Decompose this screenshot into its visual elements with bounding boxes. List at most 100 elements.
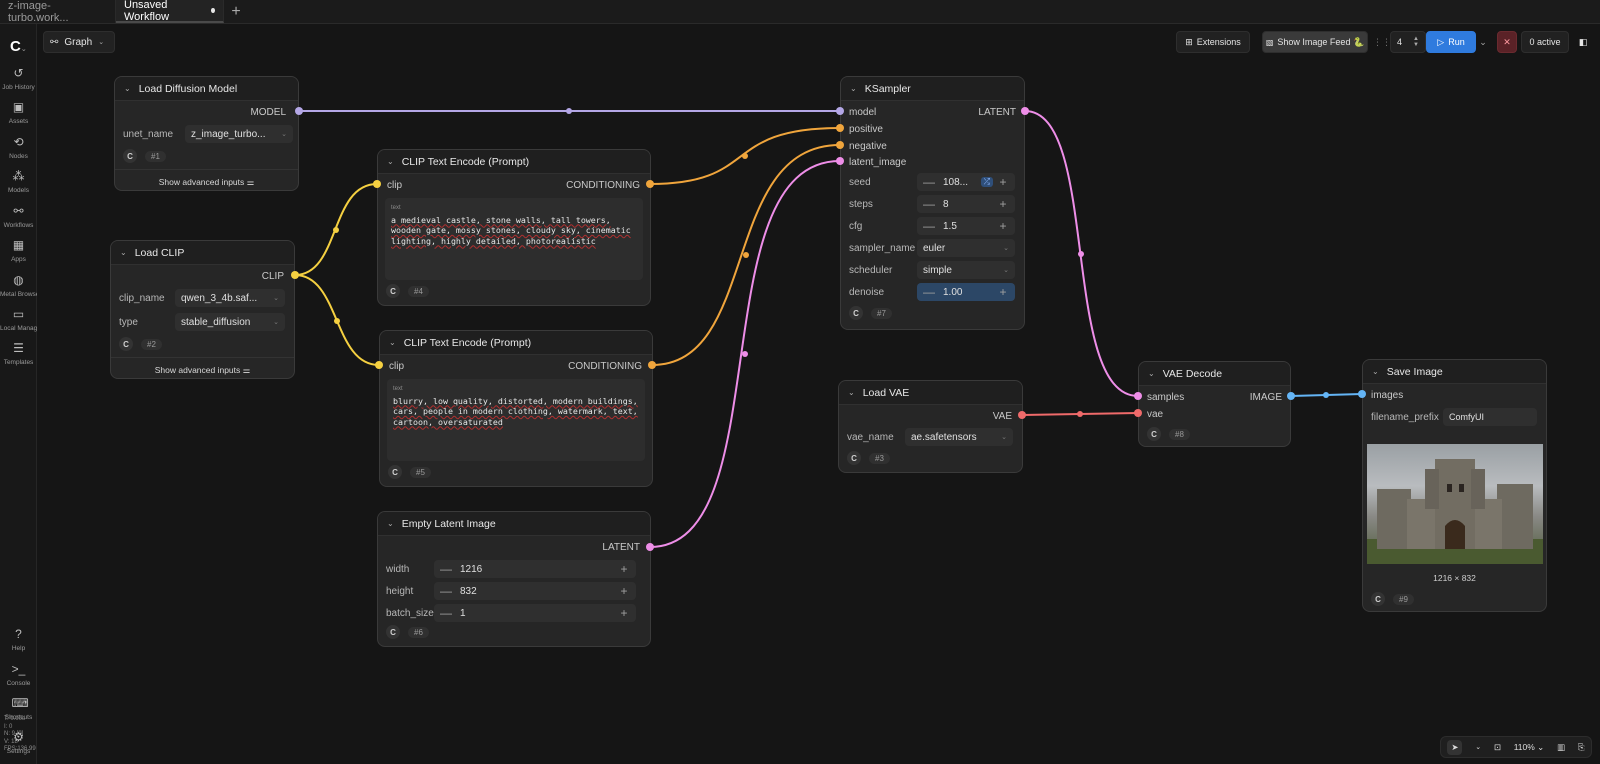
input-dot-negative[interactable]: [836, 141, 844, 149]
sidebar-item-nodes[interactable]: ⟲ Nodes: [0, 135, 37, 160]
output-slot-vae[interactable]: VAE: [993, 411, 1012, 422]
vae-name-select[interactable]: ae.safetensors ⌄: [905, 428, 1013, 446]
widget-denoise[interactable]: denoise — 1.00 +: [841, 282, 1015, 302]
node-header[interactable]: ⌄ Load Diffusion Model: [115, 77, 298, 101]
output-dot-vae[interactable]: [1018, 411, 1026, 419]
node-header[interactable]: ⌄ VAE Decode: [1139, 362, 1290, 386]
comfy-logo-icon[interactable]: C⌄: [10, 38, 30, 56]
pointer-tool-icon[interactable]: ➤: [1447, 739, 1463, 755]
unet-name-select[interactable]: z_image_turbo... ⌄: [185, 125, 293, 143]
sidebar-item-job-history[interactable]: ↺ Job History: [0, 66, 37, 91]
sidebar-item-settings[interactable]: ⚙ Settings: [0, 730, 37, 755]
output-slot-latent[interactable]: LATENT: [602, 542, 640, 553]
node-save-image[interactable]: ⌄ Save Image images filename_prefix Comfy…: [1362, 359, 1547, 612]
zoom-level[interactable]: 110% ⌄: [1514, 742, 1545, 753]
toggle-panel-icon[interactable]: ◧: [1573, 31, 1593, 53]
scheduler-select[interactable]: simple ⌄: [917, 261, 1015, 279]
output-dot-latent[interactable]: [646, 543, 654, 551]
input-dot-clip[interactable]: [375, 361, 383, 369]
input-slot-images[interactable]: images: [1371, 390, 1403, 401]
height-stepper[interactable]: — 832 +: [434, 582, 636, 600]
widget-seed[interactable]: seed — 108... ⤮ +: [841, 172, 1015, 192]
chevron-down-icon[interactable]: ⌄: [1372, 367, 1379, 376]
drag-handle-icon[interactable]: ⋮⋮: [1373, 31, 1391, 53]
sidebar-item-console[interactable]: >_ Console: [0, 662, 37, 687]
minus-icon[interactable]: —: [923, 219, 935, 233]
widget-unet-name[interactable]: unet_name z_image_turbo... ⌄: [115, 124, 293, 144]
output-dot-conditioning[interactable]: [648, 361, 656, 369]
sidebar-item-apps[interactable]: ▦ Apps: [0, 238, 37, 263]
input-dot-clip[interactable]: [373, 180, 381, 188]
node-load-vae[interactable]: ⌄ Load VAE VAE vae_name ae.safetensors ⌄ C…: [838, 380, 1023, 473]
fit-view-icon[interactable]: ⊡: [1494, 742, 1501, 753]
type-select[interactable]: stable_diffusion ⌄: [175, 313, 285, 331]
output-slot-image[interactable]: IMAGE: [1250, 392, 1282, 403]
plus-icon[interactable]: +: [997, 219, 1009, 233]
sampler-name-select[interactable]: euler ⌄: [917, 239, 1015, 257]
chevron-down-icon[interactable]: ⌄: [389, 338, 396, 347]
plus-icon[interactable]: +: [997, 175, 1009, 189]
node-header[interactable]: ⌄ Empty Latent Image: [378, 512, 650, 536]
node-vae-decode[interactable]: ⌄ VAE Decode samples IMAGE vae C #8: [1138, 361, 1291, 447]
prompt-textarea[interactable]: text blurry, low quality, distorted, mod…: [387, 379, 645, 461]
minus-icon[interactable]: —: [923, 197, 935, 211]
chevron-down-icon[interactable]: ⌄: [387, 519, 394, 528]
output-slot-model[interactable]: MODEL: [250, 107, 286, 118]
sidebar-item-models[interactable]: ⁂ Models: [0, 169, 37, 194]
node-header[interactable]: ⌄ Save Image: [1363, 360, 1546, 384]
output-dot-image[interactable]: [1287, 392, 1295, 400]
chevron-down-icon[interactable]: ⌄: [124, 84, 131, 93]
output-slot-conditioning[interactable]: CONDITIONING: [568, 361, 642, 372]
minimap-icon[interactable]: ▥: [1557, 742, 1565, 753]
shuffle-icon[interactable]: ⤮: [980, 177, 993, 187]
sidebar-item-local-manager[interactable]: ▭ Local Manager: [0, 307, 37, 332]
widget-cfg[interactable]: cfg — 1.5 +: [841, 216, 1015, 236]
graph-mode-button[interactable]: ⚯ Graph ⌄: [43, 31, 115, 53]
node-clip-text-encode-positive[interactable]: ⌄ CLIP Text Encode (Prompt) clip CONDITIO…: [377, 149, 651, 306]
prompt-textarea[interactable]: text a medieval castle, stone walls, tal…: [385, 198, 643, 280]
show-advanced-inputs-button[interactable]: Show advanced inputs ⚌: [115, 169, 298, 188]
input-dot-images[interactable]: [1358, 390, 1366, 398]
widget-sampler-name[interactable]: sampler_name euler ⌄: [841, 238, 1015, 258]
input-dot-latent-image[interactable]: [836, 157, 844, 165]
extensions-button[interactable]: ⊞ Extensions: [1176, 31, 1250, 53]
widget-steps[interactable]: steps — 8 +: [841, 194, 1015, 214]
show-advanced-inputs-button[interactable]: Show advanced inputs ⚌: [111, 357, 294, 376]
minus-icon[interactable]: —: [440, 606, 452, 620]
input-slot-samples[interactable]: samples: [1147, 392, 1184, 403]
output-dot-conditioning[interactable]: [646, 180, 654, 188]
minus-icon[interactable]: —: [440, 584, 452, 598]
input-slot-vae[interactable]: vae: [1147, 409, 1163, 420]
node-header[interactable]: ⌄ Load CLIP: [111, 241, 294, 265]
input-dot-model[interactable]: [836, 107, 844, 115]
widget-vae-name[interactable]: vae_name ae.safetensors ⌄: [839, 427, 1013, 447]
show-image-feed-button[interactable]: ▧ Show Image Feed 🐍: [1262, 31, 1368, 53]
sidebar-item-templates[interactable]: ☰ Templates: [0, 341, 37, 366]
node-empty-latent-image[interactable]: ⌄ Empty Latent Image LATENT width —1216 + …: [377, 511, 651, 647]
widget-type[interactable]: type stable_diffusion ⌄: [111, 312, 285, 332]
sidebar-item-help[interactable]: ? Help: [0, 627, 37, 652]
widget-batch-size[interactable]: batch_size — 1 +: [378, 603, 636, 623]
new-tab-button[interactable]: +: [224, 0, 248, 23]
batch-size-stepper[interactable]: — 1 +: [434, 604, 636, 622]
denoise-slider[interactable]: — 1.00 +: [917, 283, 1015, 301]
widget-scheduler[interactable]: scheduler simple ⌄: [841, 260, 1015, 280]
widget-clip-name[interactable]: clip_name qwen_3_4b.saf... ⌄: [111, 288, 285, 308]
node-header[interactable]: ⌄ Load VAE: [839, 381, 1022, 405]
tab-z-image-turbo[interactable]: z-image-turbo.work...: [0, 0, 116, 24]
width-stepper[interactable]: — 1216 +: [434, 560, 636, 578]
sidebar-item-metal-browser[interactable]: ◍ Metal Browser: [0, 273, 37, 298]
chevron-down-icon[interactable]: ⌄: [850, 84, 857, 93]
plus-icon[interactable]: +: [997, 197, 1009, 211]
node-ksampler[interactable]: ⌄ KSampler model LATENT positive negative…: [840, 76, 1025, 330]
active-queue-button[interactable]: 0 active: [1521, 31, 1569, 53]
node-header[interactable]: ⌄ CLIP Text Encode (Prompt): [380, 331, 652, 355]
input-dot-vae[interactable]: [1134, 409, 1142, 417]
run-button[interactable]: ▷ Run: [1426, 31, 1476, 53]
output-dot-model[interactable]: [295, 107, 303, 115]
minus-icon[interactable]: —: [440, 562, 452, 576]
node-header[interactable]: ⌄ CLIP Text Encode (Prompt): [378, 150, 650, 174]
node-clip-text-encode-negative[interactable]: ⌄ CLIP Text Encode (Prompt) clip CONDITIO…: [379, 330, 653, 487]
chevron-down-icon[interactable]: ⌄: [1475, 743, 1481, 751]
sidebar-item-assets[interactable]: ▣ Assets: [0, 100, 37, 125]
